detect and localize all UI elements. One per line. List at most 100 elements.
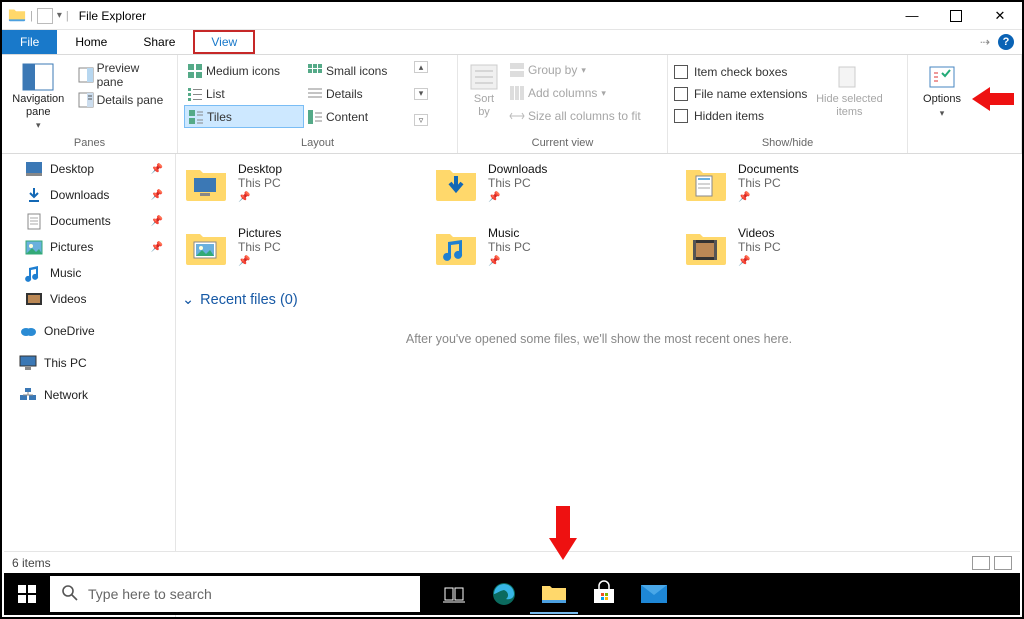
taskbar-search[interactable]: Type here to search (50, 576, 420, 612)
file-name-extensions-toggle[interactable]: File name extensions (674, 83, 807, 105)
layout-scroll-down[interactable]: ▾ (414, 88, 428, 100)
folder-icon (684, 162, 728, 206)
folder-tile[interactable]: DesktopThis PC📌 (176, 158, 426, 222)
main-pane: DesktopThis PC📌DownloadsThis PC📌Document… (176, 154, 1022, 617)
layout-details[interactable]: Details (304, 82, 414, 105)
folder-tile[interactable]: DownloadsThis PC📌 (426, 158, 676, 222)
item-check-boxes-toggle[interactable]: Item check boxes (674, 61, 807, 83)
ribbon-tabs: File Home Share View ⇢ ? (2, 30, 1022, 55)
hidden-items-toggle[interactable]: Hidden items (674, 105, 807, 127)
navigation-sidebar: Desktop📌 Downloads📌 Documents📌 Pictures📌… (2, 154, 176, 617)
preview-pane-button[interactable]: Preview pane (75, 63, 171, 86)
pin-icon: 📌 (488, 256, 531, 267)
group-label-show-hide: Show/hide (674, 135, 901, 153)
help-icon[interactable]: ? (998, 34, 1014, 50)
start-button[interactable] (4, 573, 50, 615)
tab-home[interactable]: Home (57, 30, 125, 54)
medium-icons-icon (188, 64, 202, 78)
group-by-button[interactable]: Group by▾ (510, 59, 641, 81)
navigation-pane-button[interactable]: Navigation pane ▾ (8, 59, 69, 131)
sidebar-item-this-pc[interactable]: This PC (2, 350, 175, 376)
quick-access-dropdown-icon[interactable] (37, 8, 53, 24)
group-label-layout: Layout (184, 135, 451, 153)
checkbox-icon (674, 109, 688, 123)
tab-share[interactable]: Share (125, 30, 193, 54)
small-icons-icon (308, 64, 322, 78)
folder-tile[interactable]: MusicThis PC📌 (426, 222, 676, 286)
folder-icon (184, 226, 228, 270)
layout-expand[interactable]: ▿ (414, 114, 428, 126)
sidebar-item-pictures[interactable]: Pictures📌 (2, 234, 175, 260)
group-label-current-view: Current view (464, 135, 661, 153)
layout-small-icons[interactable]: Small icons (304, 59, 414, 82)
folder-location: This PC (238, 176, 282, 190)
qat-chevron-icon[interactable]: ▾ (57, 10, 62, 21)
folder-name: Pictures (238, 226, 281, 240)
recent-empty-message: After you've opened some files, we'll sh… (176, 312, 1022, 366)
navigation-pane-label: Navigation pane (12, 93, 64, 118)
layout-medium-icons[interactable]: Medium icons (184, 59, 304, 82)
preview-pane-icon (79, 68, 93, 82)
close-button[interactable]: ✕ (978, 2, 1022, 30)
sidebar-item-music[interactable]: Music (2, 260, 175, 286)
options-icon (926, 63, 958, 91)
annotation-arrow-down (546, 506, 580, 560)
minimize-button[interactable]: — (890, 2, 934, 30)
folder-name: Documents (738, 162, 799, 176)
chevron-down-icon: ▾ (601, 88, 606, 99)
chevron-down-icon: ▾ (940, 108, 945, 118)
sort-by-button[interactable]: Sort by (464, 59, 504, 118)
folder-name: Downloads (488, 162, 547, 176)
group-label-panes: Panes (8, 135, 171, 153)
folder-tile[interactable]: VideosThis PC📌 (676, 222, 926, 286)
sidebar-item-network[interactable]: Network (2, 382, 175, 408)
folder-icon (434, 162, 478, 206)
minimize-ribbon-icon[interactable]: ⇢ (980, 35, 990, 49)
sidebar-item-videos[interactable]: Videos (2, 286, 175, 312)
tab-view[interactable]: View (193, 30, 255, 54)
options-button[interactable]: Options ▾ (914, 59, 970, 118)
size-columns-button[interactable]: Size all columns to fit (510, 105, 641, 127)
download-icon (26, 187, 42, 203)
layout-scroll-up[interactable]: ▴ (414, 61, 428, 73)
annotation-arrow-right (972, 84, 1014, 114)
network-icon (20, 387, 36, 403)
add-columns-button[interactable]: Add columns▾ (510, 82, 641, 104)
sidebar-item-downloads[interactable]: Downloads📌 (2, 182, 175, 208)
item-count: 6 items (12, 556, 51, 570)
layout-list[interactable]: List (184, 82, 304, 105)
details-view-button[interactable] (972, 556, 990, 570)
folder-tile[interactable]: DocumentsThis PC📌 (676, 158, 926, 222)
tab-file[interactable]: File (2, 30, 57, 54)
search-icon (62, 585, 78, 604)
edge-button[interactable] (480, 573, 528, 615)
sidebar-item-desktop[interactable]: Desktop📌 (2, 156, 175, 182)
folder-icon (684, 226, 728, 270)
file-explorer-button[interactable] (530, 574, 578, 614)
qat-divider-icon: | (30, 10, 33, 22)
details-pane-button[interactable]: Details pane (75, 88, 171, 111)
details-pane-label: Details pane (97, 93, 164, 107)
folder-name: Videos (738, 226, 781, 240)
hide-selected-button[interactable]: Hide selected items (813, 59, 885, 118)
large-icons-view-button[interactable] (994, 556, 1012, 570)
maximize-button[interactable] (934, 2, 978, 30)
hide-selected-label: Hide selected items (816, 93, 883, 118)
chevron-down-icon: ▾ (581, 65, 586, 76)
hide-selected-icon (833, 63, 865, 91)
layout-tiles[interactable]: Tiles (184, 105, 304, 128)
folder-tile[interactable]: PicturesThis PC📌 (176, 222, 426, 286)
task-view-button[interactable] (430, 573, 478, 615)
mail-button[interactable] (630, 573, 678, 615)
sidebar-item-documents[interactable]: Documents📌 (2, 208, 175, 234)
pin-icon: 📌 (738, 192, 799, 203)
pin-icon: 📌 (151, 216, 163, 227)
music-icon (26, 265, 42, 281)
layout-content[interactable]: Content (304, 105, 414, 128)
sidebar-item-onedrive[interactable]: OneDrive (2, 318, 175, 344)
store-button[interactable] (580, 573, 628, 615)
chevron-down-icon: ▾ (36, 120, 41, 130)
ribbon-view: Navigation pane ▾ Preview pane Details p… (2, 55, 1022, 154)
search-placeholder: Type here to search (88, 586, 212, 602)
recent-files-header[interactable]: ⌄ Recent files (0) (176, 286, 1022, 312)
